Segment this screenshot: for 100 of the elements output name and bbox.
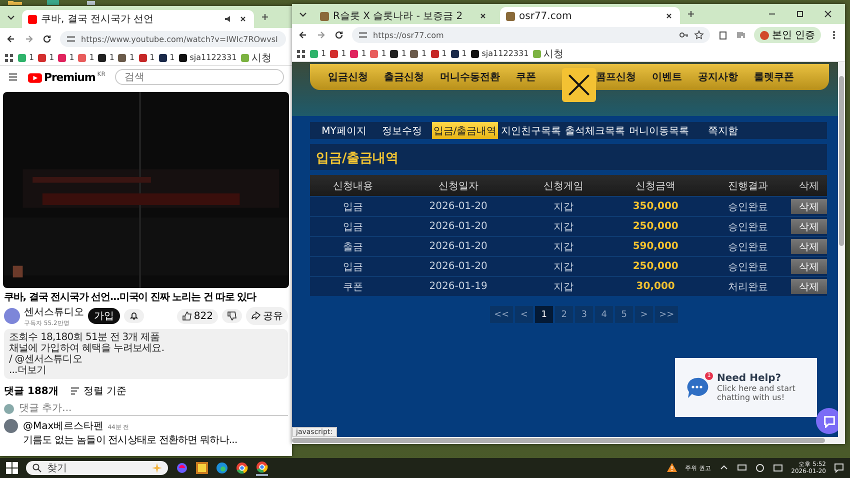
windows-logo-icon[interactable] bbox=[6, 462, 18, 474]
channel-name[interactable]: 센서스튜디오 bbox=[24, 304, 84, 318]
address-bar[interactable]: https://osr77.com bbox=[352, 27, 710, 43]
bookmark[interactable]: 1 bbox=[410, 49, 427, 58]
apps-icon[interactable] bbox=[4, 52, 14, 62]
page-tab[interactable]: 입금/출금내역 bbox=[432, 122, 498, 139]
back-icon[interactable] bbox=[298, 30, 308, 40]
page-button[interactable]: 4 bbox=[595, 306, 614, 323]
like-button[interactable]: 822 bbox=[176, 308, 218, 324]
notification-button[interactable] bbox=[124, 309, 144, 323]
bookmark[interactable]: 1 bbox=[390, 49, 406, 58]
dislike-button[interactable] bbox=[222, 309, 242, 323]
sort-button[interactable]: 정렬 기준 bbox=[70, 384, 127, 398]
comment-field[interactable]: 댓글 추가... bbox=[19, 402, 288, 416]
bookmark[interactable]: 시청 bbox=[532, 46, 564, 60]
page-tab[interactable]: 쪽지함 bbox=[692, 122, 754, 139]
close-icon[interactable] bbox=[478, 11, 488, 21]
delete-button[interactable]: 삭제 bbox=[791, 239, 827, 254]
close-icon[interactable] bbox=[664, 11, 674, 21]
page-tab[interactable]: 머니이동목록 bbox=[628, 122, 690, 139]
nav-link[interactable]: 룰렛쿠폰 bbox=[754, 70, 794, 84]
edge-icon[interactable] bbox=[216, 462, 228, 474]
page-tab[interactable]: 정보수정 bbox=[374, 122, 430, 139]
bookmark[interactable]: 1 bbox=[98, 53, 114, 62]
delete-button[interactable]: 삭제 bbox=[791, 259, 827, 274]
site-info-icon[interactable] bbox=[66, 34, 76, 44]
chrome-icon[interactable] bbox=[236, 462, 248, 474]
bookmark[interactable]: 1 bbox=[118, 53, 135, 62]
back-icon[interactable] bbox=[6, 34, 16, 44]
page-tab[interactable]: 출석체크목록 bbox=[564, 122, 626, 139]
bookmark[interactable]: 1 bbox=[18, 53, 34, 62]
bookmark[interactable]: 1 bbox=[370, 49, 386, 58]
copilot-icon[interactable] bbox=[176, 462, 188, 474]
bookmark[interactable]: 1 bbox=[58, 53, 74, 62]
description-box[interactable]: 조회수 18,180회 51분 전 3개 제품 채널에 가입하여 혜택을 누려보세요. / @센서스튜디오 ...더보기 bbox=[4, 329, 288, 379]
bookmark[interactable]: 1 bbox=[138, 53, 155, 62]
bookmark[interactable]: 시청 bbox=[240, 50, 272, 64]
close-icon[interactable] bbox=[823, 9, 833, 19]
bookmark[interactable]: 1 bbox=[158, 53, 175, 62]
apps-icon[interactable] bbox=[296, 48, 306, 58]
page-tab[interactable]: 지인친구목록 bbox=[500, 122, 562, 139]
page-button[interactable]: > bbox=[635, 306, 654, 323]
bookmark[interactable]: 1 bbox=[350, 49, 366, 58]
page-button[interactable]: 1 bbox=[535, 306, 554, 323]
browser-tab[interactable]: 쿠바, 결국 전시국가 선언 bbox=[22, 10, 254, 28]
notification-icon[interactable] bbox=[834, 463, 844, 473]
profile-button[interactable]: 본인 인증 bbox=[754, 27, 821, 43]
delete-button[interactable]: 삭제 bbox=[791, 219, 827, 234]
browser-tab[interactable]: osr77.com bbox=[500, 7, 680, 25]
forward-icon[interactable] bbox=[24, 34, 34, 44]
chrome-icon[interactable] bbox=[256, 460, 268, 476]
channel-avatar[interactable] bbox=[4, 308, 20, 324]
media-icon[interactable] bbox=[736, 30, 746, 40]
close-icon[interactable] bbox=[238, 14, 248, 24]
reload-icon[interactable] bbox=[42, 34, 52, 44]
nav-link[interactable]: 콤프신청 bbox=[596, 70, 636, 84]
bookmark[interactable]: 1 bbox=[430, 49, 447, 58]
close-button[interactable] bbox=[562, 68, 596, 102]
star-icon[interactable] bbox=[694, 30, 704, 40]
page-button[interactable]: < bbox=[515, 306, 534, 323]
new-tab-icon[interactable] bbox=[686, 9, 696, 19]
nav-link[interactable]: 입금신청 bbox=[328, 70, 368, 84]
bookmark[interactable]: sja1122331 bbox=[470, 49, 529, 58]
comment-author[interactable]: @Max베르스타펜 bbox=[23, 419, 104, 433]
page-button[interactable]: 2 bbox=[555, 306, 574, 323]
page-button[interactable]: >> bbox=[655, 306, 678, 323]
bookmark[interactable]: 1 bbox=[310, 49, 326, 58]
delete-button[interactable]: 삭제 bbox=[791, 279, 827, 294]
nav-link[interactable]: 머니수동전환 bbox=[440, 70, 500, 84]
extensions-icon[interactable] bbox=[718, 30, 728, 40]
delete-button[interactable]: 삭제 bbox=[791, 199, 827, 214]
new-tab-icon[interactable] bbox=[260, 12, 270, 22]
search-field[interactable]: 검색 bbox=[115, 69, 284, 85]
browser-tab[interactable]: R슬롯 X 슬롯나라 - 보증금 2 bbox=[314, 7, 494, 25]
nav-link[interactable]: 쿠폰 bbox=[516, 70, 536, 84]
nav-link[interactable]: 이벤트 bbox=[652, 70, 682, 84]
address-bar[interactable]: https://www.youtube.com/watch?v=IWIc7ROwvsI bbox=[60, 31, 286, 47]
bookmark[interactable]: sja1122331 bbox=[178, 53, 237, 62]
scrollbar[interactable] bbox=[292, 437, 845, 444]
bookmark[interactable]: 1 bbox=[330, 49, 346, 58]
site-info-icon[interactable] bbox=[358, 30, 368, 40]
nav-link[interactable]: 출금신청 bbox=[384, 70, 424, 84]
commenter-avatar[interactable] bbox=[4, 419, 18, 433]
page-button[interactable]: 5 bbox=[615, 306, 634, 323]
bookmark[interactable]: 1 bbox=[38, 53, 54, 62]
bookmark[interactable]: 1 bbox=[450, 49, 467, 58]
page-button[interactable]: << bbox=[490, 306, 514, 323]
join-button[interactable]: 가입 bbox=[88, 308, 120, 324]
reload-icon[interactable] bbox=[334, 30, 344, 40]
page-tab[interactable]: MY페이지 bbox=[316, 122, 372, 139]
maximize-icon[interactable] bbox=[795, 9, 805, 19]
search-field[interactable]: 찾기 bbox=[26, 461, 168, 475]
warning-icon[interactable] bbox=[667, 463, 678, 473]
share-button[interactable]: 공유 bbox=[246, 307, 288, 325]
menu-icon[interactable] bbox=[8, 72, 18, 82]
recycle-bin-icon[interactable] bbox=[84, 0, 98, 5]
forward-icon[interactable] bbox=[316, 30, 326, 40]
nav-link[interactable]: 공지사항 bbox=[698, 70, 738, 84]
scrollbar[interactable] bbox=[838, 62, 845, 437]
app-icon[interactable] bbox=[46, 0, 60, 5]
